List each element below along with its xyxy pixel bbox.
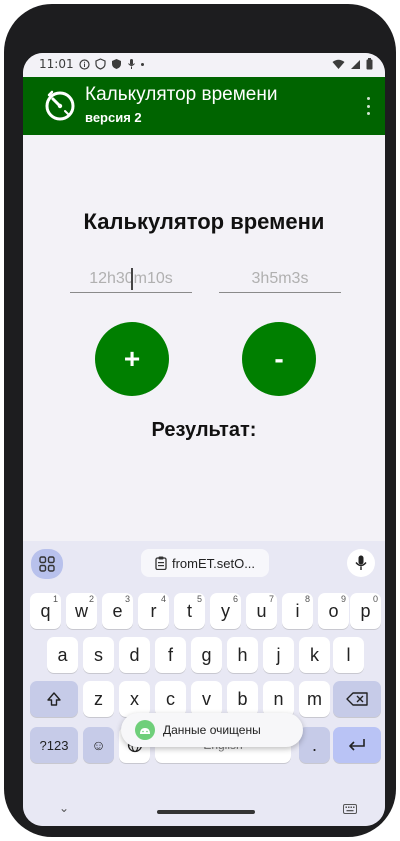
enter-key[interactable] [333, 727, 381, 763]
enter-icon [349, 739, 365, 751]
shift-icon [47, 692, 61, 706]
shift-key[interactable] [30, 681, 78, 717]
keyboard-switch-icon[interactable] [343, 804, 357, 814]
symbols-key[interactable]: ?123 [30, 727, 78, 763]
emoji-key[interactable]: ☺ [83, 727, 114, 763]
backspace-key[interactable] [333, 681, 381, 717]
app-title: Калькулятор времени [85, 84, 278, 105]
wifi-icon [332, 59, 345, 69]
key-t[interactable]: t5 [174, 593, 205, 629]
key-y[interactable]: y6 [210, 593, 241, 629]
key-e[interactable]: e3 [102, 593, 133, 629]
key-a[interactable]: a [47, 637, 78, 673]
key-u[interactable]: u7 [246, 593, 277, 629]
key-n[interactable]: n [263, 681, 294, 717]
key-o[interactable]: o9 [318, 593, 349, 629]
system-nav-bar: ⌄ [23, 799, 385, 826]
clipboard-suggestion[interactable]: fromET.setO... [141, 549, 269, 577]
key-s[interactable]: s [83, 637, 114, 673]
result-label: Результат: [151, 419, 257, 441]
time-input-2-placeholder: 3h5m3s [251, 270, 309, 287]
app-bar: Калькулятор времени версия 2 [23, 77, 385, 135]
key-c[interactable]: c [155, 681, 186, 717]
phone-frame: 11:01 Калькулятор времени версия 2 Кальк… [4, 4, 396, 837]
screen: 11:01 Калькулятор времени версия 2 Кальк… [23, 53, 385, 826]
clipboard-icon [155, 556, 167, 570]
time-input-1[interactable]: 12h30m10s [70, 266, 192, 293]
period-key[interactable]: . [299, 727, 330, 763]
home-gesture-bar[interactable] [157, 810, 255, 814]
emoji-icon: ☺ [91, 737, 106, 753]
key-r[interactable]: r4 [138, 593, 169, 629]
apps-grid-icon[interactable] [31, 549, 63, 579]
key-m[interactable]: m [299, 681, 330, 717]
key-i[interactable]: i8 [282, 593, 313, 629]
vpn-shield-icon [94, 58, 106, 70]
toast-text: Данные очищены [163, 723, 261, 737]
key-l[interactable]: l [333, 637, 364, 673]
key-p[interactable]: p0 [350, 593, 381, 629]
clipboard-text: fromET.setO... [171, 555, 256, 571]
page-title: Калькулятор времени [83, 209, 325, 234]
battery-icon [366, 58, 373, 70]
key-x[interactable]: x [119, 681, 150, 717]
overflow-menu-icon[interactable] [367, 97, 371, 115]
status-time: 11:01 [39, 57, 74, 71]
keyboard-suggestion-bar: fromET.setO... [23, 541, 385, 585]
info-icon [78, 58, 90, 70]
key-g[interactable]: g [191, 637, 222, 673]
key-w[interactable]: w2 [66, 593, 97, 629]
mic-status-icon [127, 59, 135, 69]
notification-dot-icon [140, 62, 144, 66]
key-h[interactable]: h [227, 637, 258, 673]
android-icon [135, 720, 155, 740]
text-caret [131, 268, 133, 290]
security-shield-icon [111, 59, 121, 69]
key-f[interactable]: f [155, 637, 186, 673]
stopwatch-logo-icon [45, 90, 75, 121]
status-bar: 11:01 [23, 53, 385, 77]
key-v[interactable]: v [191, 681, 222, 717]
key-d[interactable]: d [119, 637, 150, 673]
key-z[interactable]: z [83, 681, 114, 717]
time-input-2[interactable]: 3h5m3s [219, 266, 341, 293]
key-q[interactable]: q1 [30, 593, 61, 629]
key-b[interactable]: b [227, 681, 258, 717]
add-button[interactable]: + [95, 322, 169, 396]
signal-icon [351, 59, 360, 69]
key-j[interactable]: j [263, 637, 294, 673]
toast-notification: Данные очищены [121, 713, 303, 747]
hide-keyboard-chevron-icon[interactable]: ⌄ [59, 801, 69, 815]
soft-keyboard: fromET.setO... q1 w2 e3 r4 t5 y6 u7 i8 o… [23, 541, 385, 826]
subtract-button[interactable]: - [242, 322, 316, 396]
key-k[interactable]: k [299, 637, 330, 673]
backspace-icon [346, 692, 368, 706]
app-subtitle: версия 2 [85, 110, 142, 125]
mic-icon[interactable] [347, 549, 375, 577]
